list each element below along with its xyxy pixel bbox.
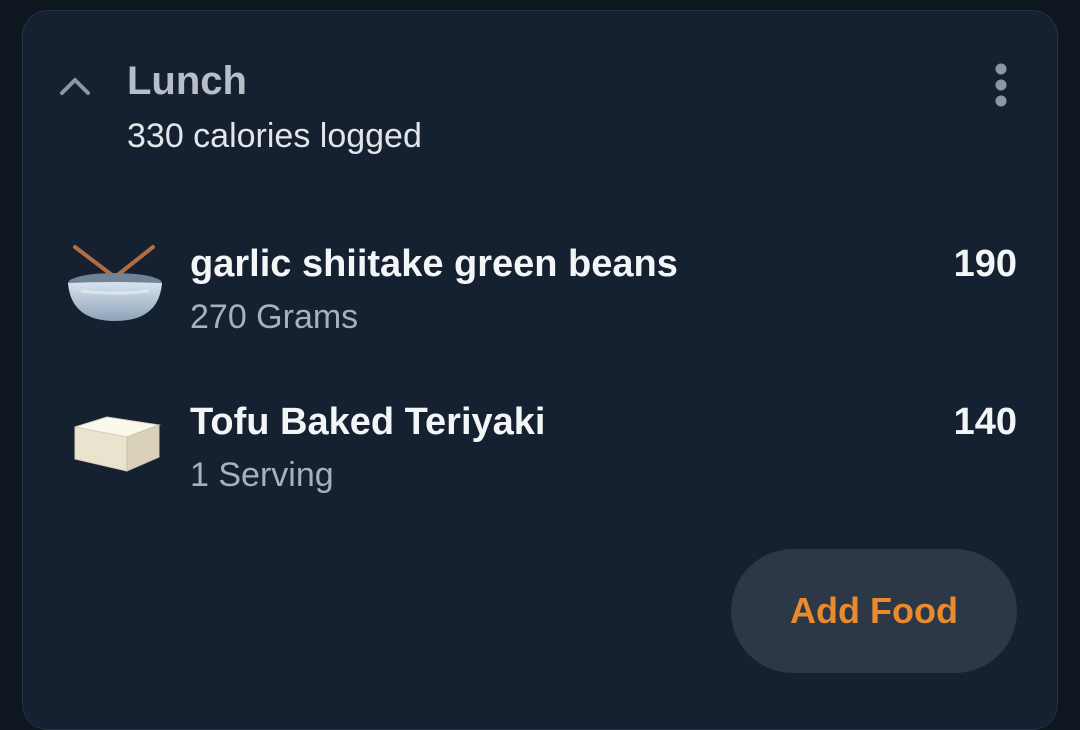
meal-title: Lunch: [127, 59, 247, 103]
food-calories: 190: [953, 243, 1017, 285]
food-quantity: 1 Serving: [190, 456, 334, 494]
tofu-icon: [63, 387, 167, 491]
meal-calories-summary: 330 calories logged: [127, 117, 422, 155]
food-name: Tofu Baked Teriyaki: [190, 401, 546, 443]
add-food-button[interactable]: Add Food: [731, 549, 1017, 673]
meal-card: Lunch 330 calories logged garlic shiitak…: [22, 10, 1058, 730]
bowl-with-chopsticks-icon: [63, 229, 167, 333]
food-item-row[interactable]: garlic shiitake green beans 270 Grams 19…: [23, 225, 1059, 345]
food-item-row[interactable]: Tofu Baked Teriyaki 1 Serving 140: [23, 383, 1059, 503]
food-quantity: 270 Grams: [190, 298, 359, 336]
food-name: garlic shiitake green beans: [190, 243, 678, 285]
food-calories: 140: [953, 401, 1017, 443]
more-options-icon[interactable]: [979, 57, 1023, 113]
chevron-up-icon[interactable]: [57, 71, 93, 101]
